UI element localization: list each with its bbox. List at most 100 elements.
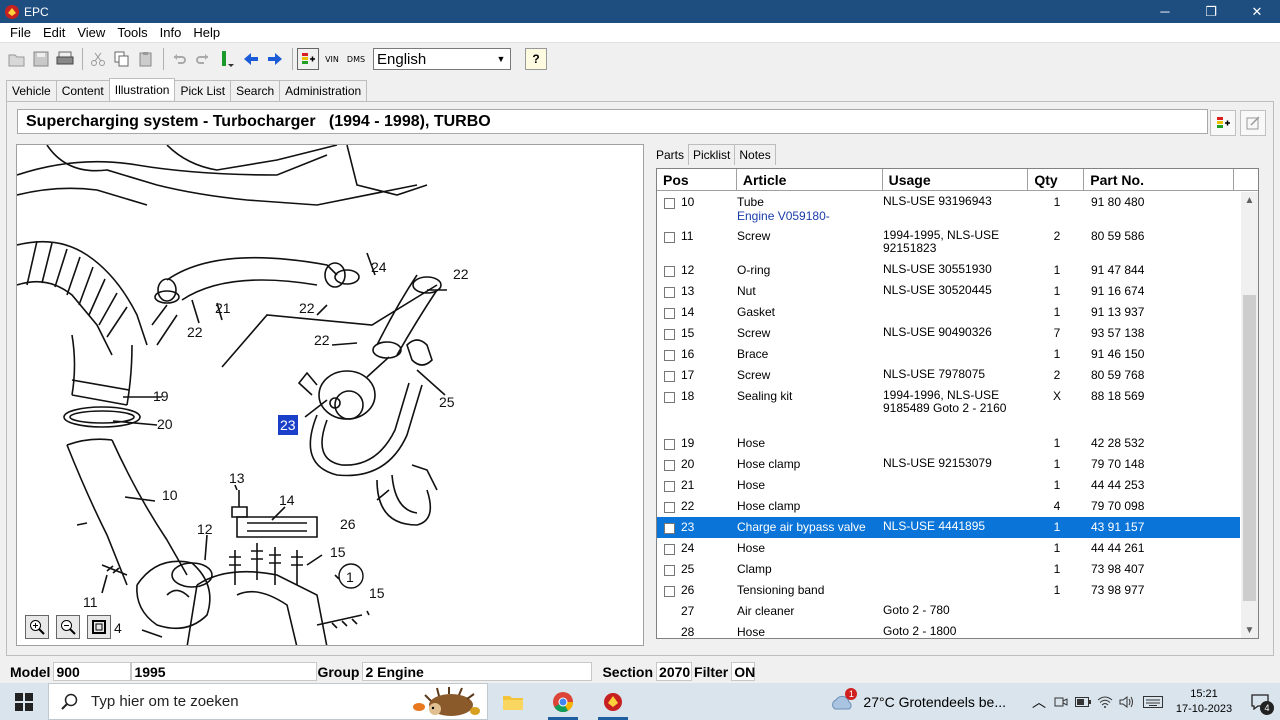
- row-checkbox[interactable]: [663, 523, 675, 534]
- table-row[interactable]: 23 Charge air bypass valve NLS-USE 4441895…: [657, 517, 1240, 538]
- zoom-in-button[interactable]: [25, 615, 49, 639]
- wifi-icon[interactable]: [1094, 696, 1116, 708]
- article-note[interactable]: Engine V059180-: [737, 209, 883, 223]
- table-row[interactable]: 11 Screw 1994-1995, NLS-USE 92151823 2 80 59…: [657, 226, 1240, 260]
- edit-note-button[interactable]: [1240, 110, 1266, 136]
- callout-label[interactable]: 19: [153, 388, 169, 404]
- menu-view[interactable]: View: [71, 25, 111, 40]
- column-header-usage[interactable]: Usage: [883, 169, 1029, 190]
- table-row[interactable]: 13 Nut NLS-USE 30520445 1 91 16 674: [657, 281, 1240, 302]
- row-checkbox[interactable]: [663, 232, 675, 243]
- table-row[interactable]: 25 Clamp 1 73 98 407: [657, 559, 1240, 580]
- chevron-up-icon[interactable]: ︿: [1028, 692, 1050, 712]
- paste-icon[interactable]: [135, 48, 157, 70]
- callout-label[interactable]: 22: [299, 300, 315, 316]
- volume-icon[interactable]: [1116, 695, 1138, 708]
- callout-label[interactable]: 1: [346, 569, 354, 585]
- row-checkbox[interactable]: [663, 586, 675, 597]
- tab-illustration[interactable]: Illustration: [108, 78, 176, 100]
- menu-help[interactable]: Help: [187, 25, 226, 40]
- tab-notes[interactable]: Notes: [734, 144, 776, 165]
- column-header-part-no[interactable]: Part No.: [1084, 169, 1235, 190]
- maximize-button[interactable]: ❐: [1188, 0, 1234, 23]
- table-row[interactable]: 24 Hose 1 44 44 261: [657, 538, 1240, 559]
- picklist-add-icon[interactable]: [297, 48, 319, 70]
- open-icon[interactable]: [6, 48, 28, 70]
- print-icon[interactable]: [54, 48, 76, 70]
- table-row[interactable]: 26 Tensioning band 1 73 98 977: [657, 580, 1240, 601]
- save-icon[interactable]: [30, 48, 52, 70]
- meet-now-icon[interactable]: [1050, 695, 1072, 709]
- column-header-qty[interactable]: Qty: [1028, 169, 1085, 190]
- row-checkbox[interactable]: [663, 565, 675, 576]
- row-checkbox[interactable]: [663, 502, 675, 513]
- table-row[interactable]: 14 Gasket 1 91 13 937: [657, 302, 1240, 323]
- row-checkbox[interactable]: [663, 308, 675, 319]
- weather-widget[interactable]: 1: [827, 683, 858, 720]
- row-checkbox[interactable]: [663, 287, 675, 298]
- table-row[interactable]: 27 Air cleaner Goto 2 - 780: [657, 601, 1240, 622]
- tab-pick-list[interactable]: Pick List: [174, 80, 232, 101]
- callout-label[interactable]: 25: [439, 394, 455, 410]
- row-checkbox[interactable]: [663, 350, 675, 361]
- table-row[interactable]: 16 Brace 1 91 46 150: [657, 344, 1240, 365]
- row-checkbox[interactable]: [663, 439, 675, 450]
- table-row[interactable]: 19 Hose 1 42 28 532: [657, 433, 1240, 454]
- chrome-taskbar-icon[interactable]: [538, 683, 588, 720]
- menu-tools[interactable]: Tools: [111, 25, 153, 40]
- callout-label[interactable]: 26: [340, 516, 356, 532]
- tab-parts[interactable]: Parts: [651, 144, 690, 165]
- redo-icon[interactable]: [192, 48, 214, 70]
- row-checkbox[interactable]: [663, 481, 675, 492]
- tab-picklist[interactable]: Picklist: [688, 144, 736, 165]
- weather-text[interactable]: 27°C Grotendeels be...: [863, 694, 1006, 710]
- language-select[interactable]: English ▼: [373, 48, 511, 70]
- callout-label[interactable]: 24: [371, 259, 387, 275]
- row-checkbox[interactable]: [663, 460, 675, 471]
- help-button[interactable]: ?: [525, 48, 547, 70]
- keyboard-icon[interactable]: [1138, 695, 1168, 708]
- menu-edit[interactable]: Edit: [37, 25, 71, 40]
- column-header-article[interactable]: Article: [737, 169, 883, 190]
- table-row[interactable]: 15 Screw NLS-USE 90490326 7 93 57 138: [657, 323, 1240, 344]
- tab-content[interactable]: Content: [55, 80, 110, 101]
- tab-search[interactable]: Search: [230, 80, 281, 101]
- parts-illustration[interactable]: 24 22 21 22 22 22 19 20 25 23 13 14 10 1…: [16, 144, 644, 646]
- table-row[interactable]: 20 Hose clamp NLS-USE 92153079 1 79 70 148: [657, 454, 1240, 475]
- callout-label[interactable]: 20: [157, 416, 173, 432]
- notification-center-button[interactable]: 4: [1240, 683, 1280, 720]
- row-checkbox[interactable]: [663, 371, 675, 382]
- dms-button[interactable]: DMS: [345, 48, 367, 70]
- bookmark-icon[interactable]: [216, 48, 238, 70]
- selected-callout-label[interactable]: 23: [280, 417, 296, 433]
- callout-label[interactable]: 15: [330, 544, 346, 560]
- fit-to-window-button[interactable]: [87, 615, 111, 639]
- scroll-down-icon[interactable]: ▼: [1241, 622, 1258, 638]
- undo-icon[interactable]: [168, 48, 190, 70]
- column-header-pos[interactable]: Pos: [657, 169, 737, 190]
- menu-info[interactable]: Info: [154, 25, 188, 40]
- battery-icon[interactable]: [1072, 696, 1094, 707]
- tab-administration[interactable]: Administration: [279, 80, 368, 101]
- row-checkbox[interactable]: [663, 329, 675, 340]
- row-checkbox[interactable]: [663, 266, 675, 277]
- callout-label[interactable]: 13: [229, 470, 245, 486]
- close-button[interactable]: ✕: [1234, 0, 1280, 23]
- scroll-up-icon[interactable]: ▲: [1241, 192, 1258, 209]
- row-checkbox[interactable]: [663, 198, 675, 209]
- row-checkbox[interactable]: [663, 392, 675, 403]
- table-row[interactable]: 22 Hose clamp 4 79 70 098: [657, 496, 1240, 517]
- row-checkbox[interactable]: [663, 544, 675, 555]
- tab-vehicle[interactable]: Vehicle: [6, 80, 57, 101]
- epc-taskbar-icon[interactable]: [588, 683, 638, 720]
- callout-label[interactable]: 10: [162, 487, 178, 503]
- zoom-out-button[interactable]: [56, 615, 80, 639]
- table-row[interactable]: 28 Hose Goto 2 - 1800: [657, 622, 1240, 639]
- clock[interactable]: 15:21 17-10-2023: [1168, 687, 1240, 717]
- callout-label[interactable]: 22: [187, 324, 203, 340]
- cut-icon[interactable]: [87, 48, 109, 70]
- callout-label[interactable]: 11: [83, 594, 98, 610]
- callout-label[interactable]: 22: [314, 332, 330, 348]
- callout-label[interactable]: 14: [279, 492, 295, 508]
- start-button[interactable]: [0, 683, 48, 720]
